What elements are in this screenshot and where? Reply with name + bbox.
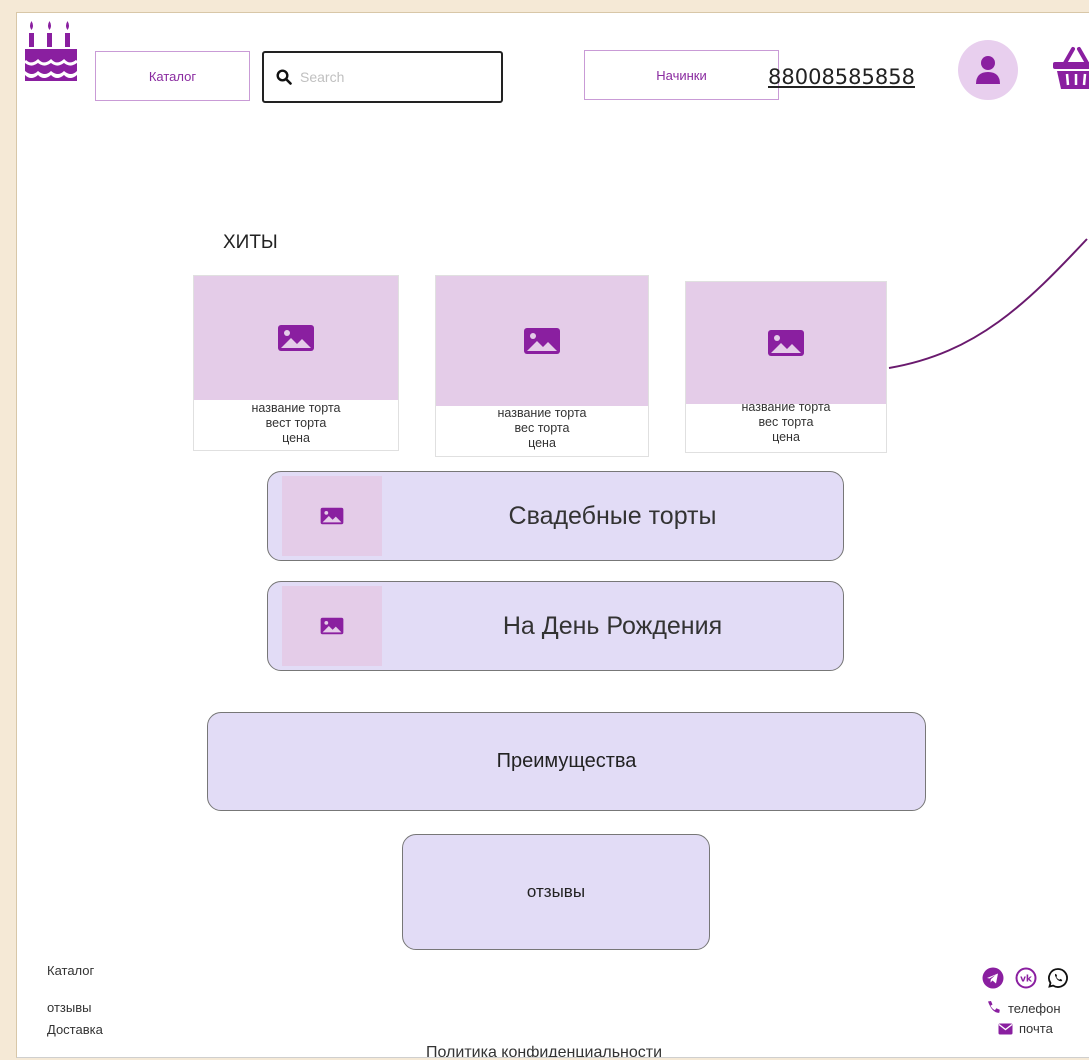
product-info: название торта вес торта цена bbox=[436, 406, 648, 451]
product-name: название торта bbox=[497, 406, 587, 420]
footer-phone[interactable]: телефон bbox=[986, 1000, 1061, 1016]
svg-text:vk: vk bbox=[1020, 975, 1033, 985]
search-icon bbox=[276, 69, 292, 85]
product-weight: вес торта bbox=[758, 415, 814, 429]
whatsapp-icon[interactable] bbox=[1047, 967, 1069, 989]
category-label: На День Рождения bbox=[502, 611, 723, 640]
advantages-block[interactable]: Преимущества bbox=[207, 712, 926, 811]
product-image bbox=[436, 276, 648, 406]
category-birthday-cakes[interactable]: На День Рождения bbox=[267, 581, 844, 671]
product-price: цена bbox=[282, 431, 310, 445]
search-input[interactable] bbox=[298, 68, 482, 86]
vk-icon[interactable]: vk bbox=[1015, 967, 1037, 989]
category-label: Свадебные торты bbox=[508, 501, 717, 530]
product-image bbox=[686, 282, 886, 404]
product-card[interactable]: название торта вес торта цена bbox=[685, 281, 887, 453]
search-field[interactable] bbox=[262, 51, 503, 103]
page-frame: Каталог Начинки 88008585858 ХИТЫ наз bbox=[16, 12, 1089, 1058]
product-card[interactable]: название торта вес торта цена bbox=[435, 275, 649, 457]
header-phone-link[interactable]: 88008585858 bbox=[768, 65, 915, 89]
basket-icon[interactable] bbox=[1051, 43, 1089, 93]
fillings-button[interactable]: Начинки bbox=[584, 50, 779, 100]
product-info: название торта вес торта цена bbox=[686, 400, 886, 445]
hits-title: ХИТЫ bbox=[223, 232, 278, 253]
image-icon bbox=[320, 507, 344, 525]
product-card[interactable]: название торта вест торта цена bbox=[193, 275, 399, 451]
footer-link-reviews[interactable]: отзывы bbox=[47, 1000, 91, 1015]
privacy-policy-link[interactable]: Политика конфиденциальности bbox=[426, 1044, 662, 1057]
product-weight: вест торта bbox=[265, 416, 327, 430]
reviews-label: отзывы bbox=[526, 882, 586, 901]
footer-link-delivery[interactable]: Доставка bbox=[47, 1022, 103, 1037]
category-wedding-cakes[interactable]: Свадебные торты bbox=[267, 471, 844, 561]
product-weight: вес торта bbox=[514, 421, 570, 435]
advantages-label: Преимущества bbox=[496, 750, 637, 772]
reviews-block[interactable]: отзывы bbox=[402, 834, 710, 950]
product-image bbox=[194, 276, 398, 400]
product-name: название торта bbox=[741, 400, 831, 414]
footer-link-catalog[interactable]: Каталог bbox=[47, 963, 94, 978]
account-button[interactable] bbox=[958, 40, 1018, 100]
fillings-button-label: Начинки bbox=[656, 67, 707, 83]
product-price: цена bbox=[528, 436, 556, 450]
image-icon bbox=[278, 325, 314, 351]
cake-logo-icon[interactable] bbox=[23, 19, 81, 83]
footer-mail-label: почта bbox=[1019, 1021, 1053, 1036]
product-name: название торта bbox=[251, 401, 341, 415]
product-price: цена bbox=[772, 430, 800, 444]
footer-mail[interactable]: почта bbox=[998, 1021, 1053, 1036]
image-icon bbox=[320, 617, 344, 635]
image-icon bbox=[768, 330, 804, 356]
catalog-button[interactable]: Каталог bbox=[95, 51, 250, 101]
user-icon bbox=[976, 56, 1000, 84]
phone-icon bbox=[988, 1001, 1000, 1013]
category-image bbox=[282, 476, 382, 556]
telegram-icon[interactable] bbox=[982, 967, 1004, 989]
mail-icon bbox=[998, 1023, 1013, 1034]
category-image bbox=[282, 586, 382, 666]
footer-phone-label: телефон bbox=[1008, 1000, 1061, 1016]
decorative-curve bbox=[888, 238, 1088, 369]
product-info: название торта вест торта цена bbox=[194, 401, 398, 446]
image-icon bbox=[524, 328, 560, 354]
catalog-button-label: Каталог bbox=[148, 68, 197, 84]
